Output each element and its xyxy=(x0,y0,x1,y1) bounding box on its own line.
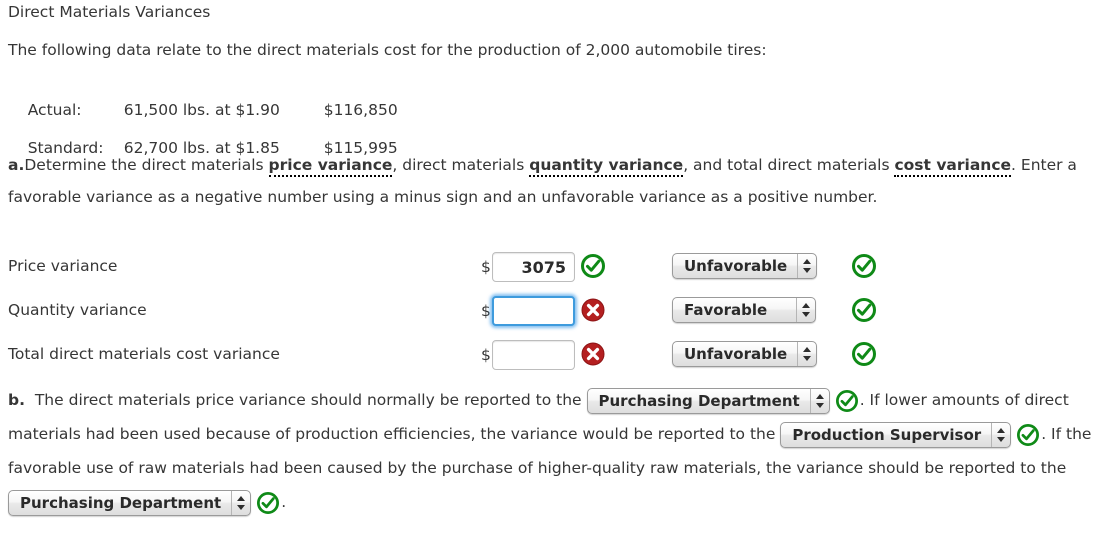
select-control[interactable]: Favorable xyxy=(672,297,816,323)
price-variance-select[interactable]: Unfavorable xyxy=(672,253,818,279)
check-circle-icon xyxy=(852,254,876,278)
stepper-arrows-icon[interactable] xyxy=(231,490,250,515)
select-control[interactable]: Unfavorable xyxy=(672,341,818,367)
total-cost-variance-input[interactable] xyxy=(492,340,575,370)
part-b-instructions: b. The direct materials price variance s… xyxy=(8,383,1112,519)
part-b-select-3[interactable]: Purchasing Department xyxy=(8,489,252,516)
check-circle-icon xyxy=(835,389,858,412)
page-title: Direct Materials Variances xyxy=(8,3,211,21)
part-a-text-2: , direct materials xyxy=(392,156,530,174)
part-a-text-1: Determine the direct materials xyxy=(24,156,269,174)
currency-symbol: $ xyxy=(481,346,491,364)
check-circle-icon xyxy=(257,491,280,514)
glossary-link-price-variance[interactable]: price variance xyxy=(268,156,393,177)
data-row-label: Actual: xyxy=(27,101,82,119)
part-a-instructions: a.Determine the direct materials price v… xyxy=(8,149,1112,213)
stepper-arrows-icon[interactable] xyxy=(797,254,816,278)
part-b-text-4: . xyxy=(281,493,287,511)
stepper-arrows-icon[interactable] xyxy=(991,422,1010,447)
price-variance-input[interactable] xyxy=(492,252,575,282)
total-cost-variance-select[interactable]: Unfavorable xyxy=(672,341,818,367)
select-value: Purchasing Department xyxy=(598,391,800,410)
check-circle-icon xyxy=(581,254,605,278)
select-value: Purchasing Department xyxy=(20,493,222,512)
currency-symbol: $ xyxy=(481,258,491,276)
x-circle-icon xyxy=(581,298,605,322)
answer-row-quantity-variance: Quantity variance $ Favorable xyxy=(0,296,1120,326)
glossary-link-quantity-variance[interactable]: quantity variance xyxy=(529,156,684,177)
part-b-marker: b. xyxy=(8,391,25,409)
stepper-arrows-icon[interactable] xyxy=(809,388,829,413)
answer-row-total-cost-variance: Total direct materials cost variance $ U… xyxy=(0,340,1120,370)
answer-row-label: Quantity variance xyxy=(8,301,147,319)
data-row-quantity: 61,500 lbs. at $1.90 xyxy=(123,101,280,119)
x-circle-icon xyxy=(581,342,605,366)
part-b-text-1: The direct materials price variance shou… xyxy=(34,391,582,409)
check-circle-icon xyxy=(852,342,876,366)
quantity-variance-select[interactable]: Favorable xyxy=(672,297,816,323)
part-a-marker: a. xyxy=(8,156,25,174)
quantity-variance-input[interactable] xyxy=(492,296,575,326)
part-b-select-1[interactable]: Purchasing Department xyxy=(586,387,830,414)
select-value: Unfavorable xyxy=(684,345,788,363)
intro-text: The following data relate to the direct … xyxy=(8,41,767,59)
currency-symbol: $ xyxy=(481,302,491,320)
answer-row-label: Price variance xyxy=(8,257,118,275)
worksheet-page: Direct Materials Variances The following… xyxy=(0,0,1120,538)
select-value: Production Supervisor xyxy=(792,425,982,444)
part-a-text-3: , and total direct materials xyxy=(683,156,895,174)
answer-row-price-variance: Price variance $ Unfavorable xyxy=(0,252,1120,282)
check-circle-icon xyxy=(1017,423,1040,446)
select-value: Favorable xyxy=(684,301,768,319)
select-control[interactable]: Unfavorable xyxy=(672,253,818,279)
stepper-arrows-icon[interactable] xyxy=(797,342,816,366)
check-circle-icon xyxy=(852,298,876,322)
data-row-total: $116,850 xyxy=(323,101,398,119)
glossary-link-cost-variance[interactable]: cost variance xyxy=(894,156,1012,177)
answer-row-label: Total direct materials cost variance xyxy=(8,345,280,363)
part-b-select-2[interactable]: Production Supervisor xyxy=(780,421,1012,448)
select-value: Unfavorable xyxy=(684,257,788,275)
stepper-arrows-icon[interactable] xyxy=(796,298,815,322)
